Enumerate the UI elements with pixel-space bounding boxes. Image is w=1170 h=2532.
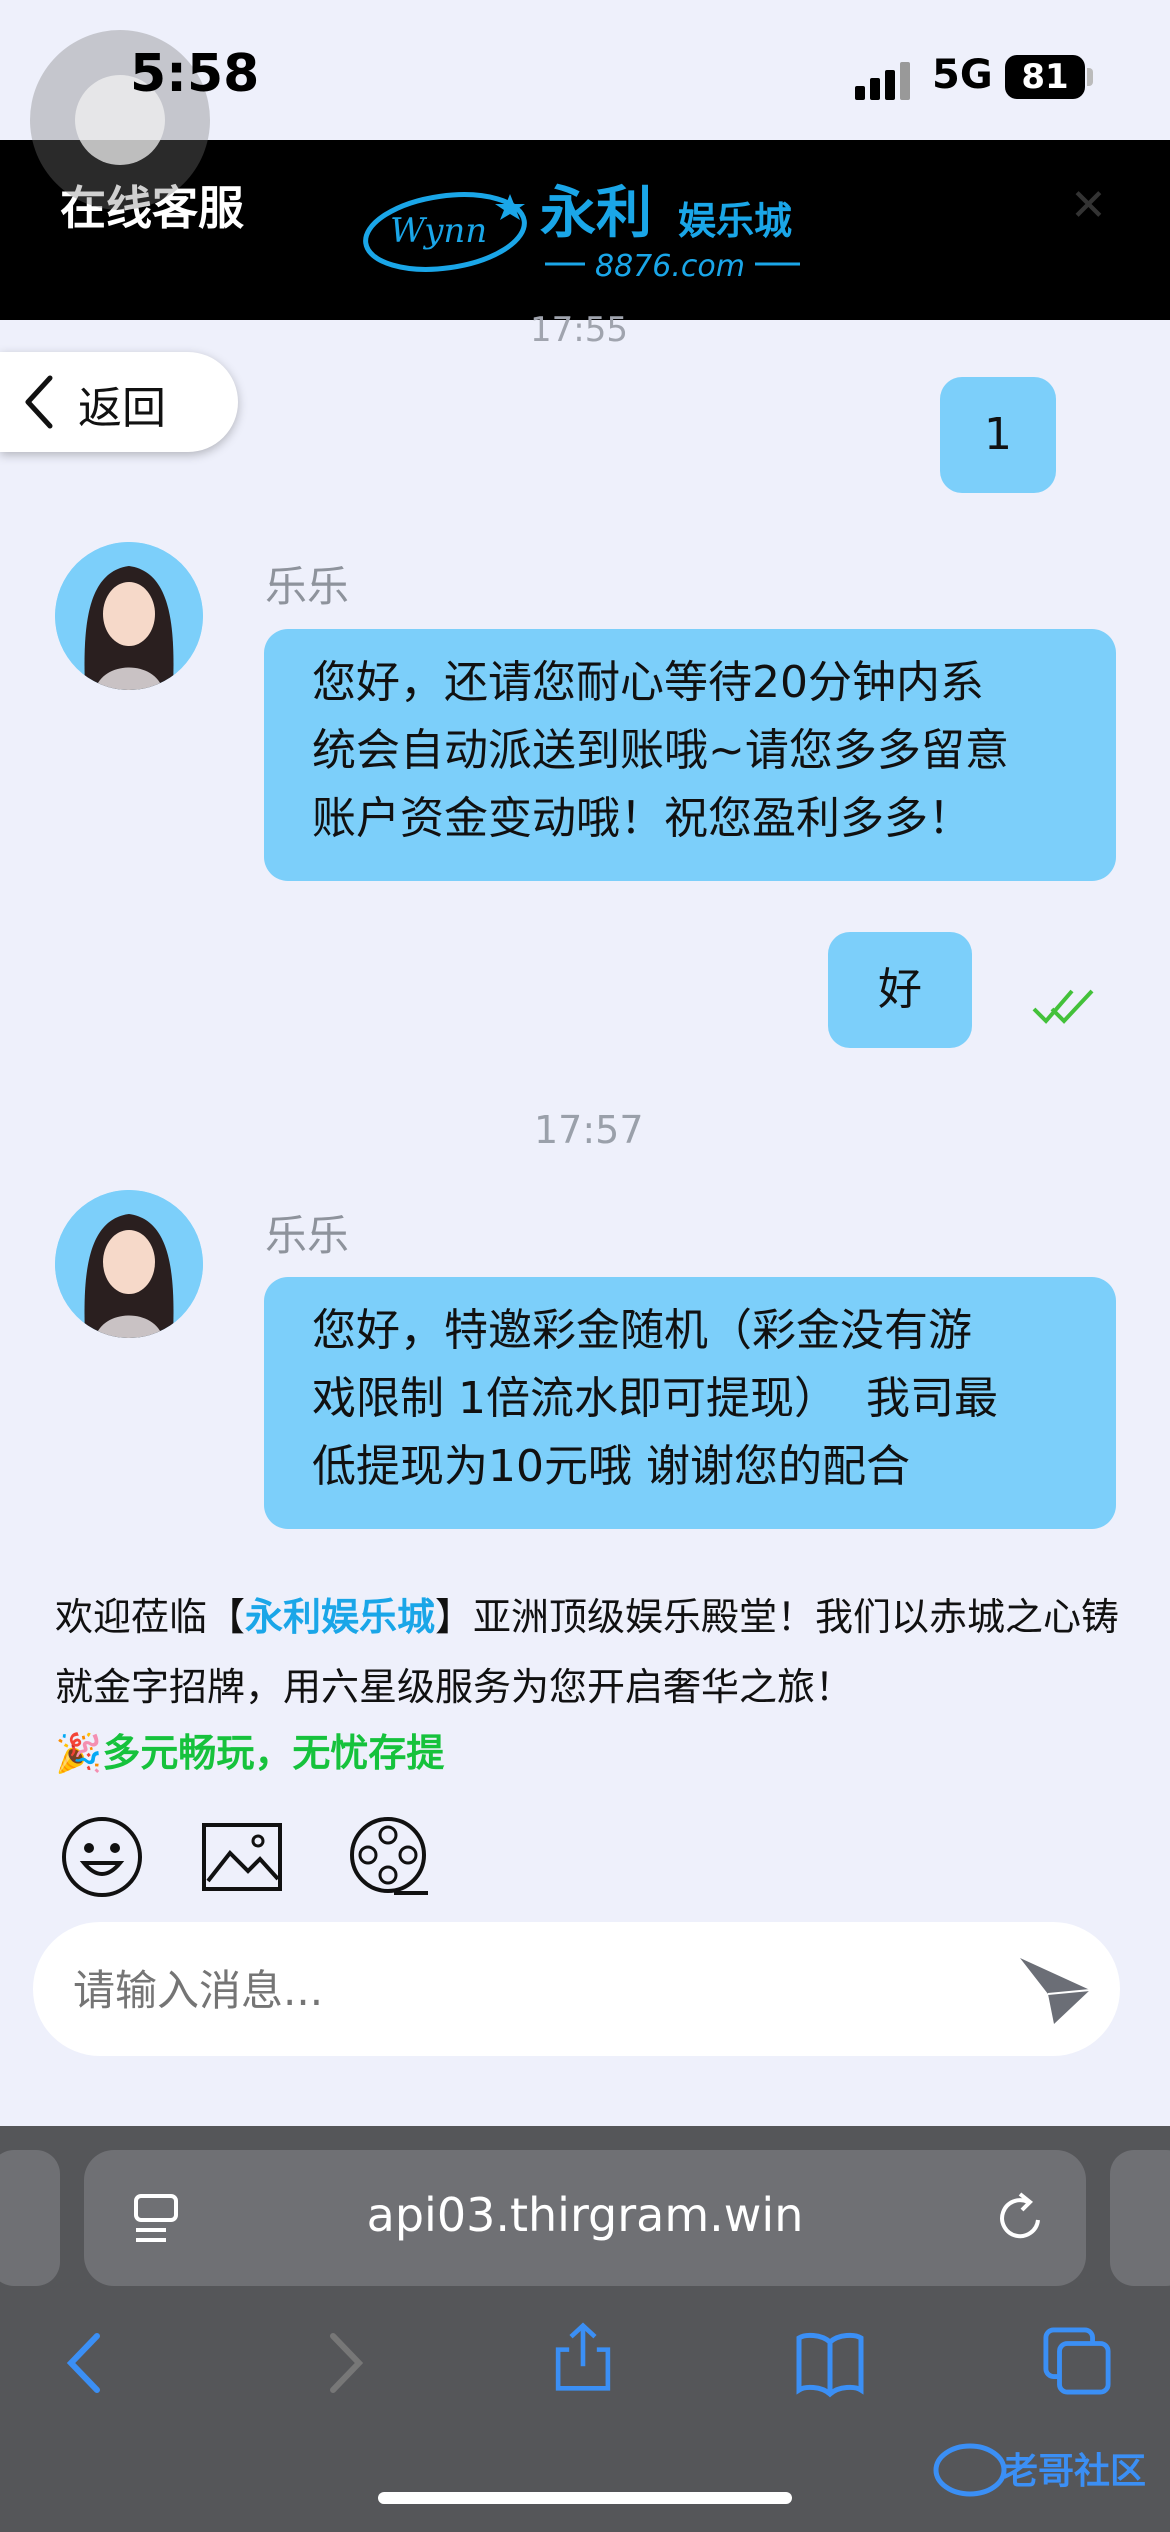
timestamp: 17:57: [534, 1108, 644, 1152]
reload-icon[interactable]: [992, 2190, 1048, 2246]
video-icon[interactable]: [348, 1815, 432, 1899]
message-text: 1: [984, 409, 1012, 460]
svg-text:永利: 永利: [540, 181, 652, 246]
watermark-logo: 老哥社区: [933, 2443, 1146, 2497]
svg-text:Wynn: Wynn: [390, 211, 487, 251]
sender-name: 乐乐: [265, 562, 350, 611]
image-icon[interactable]: [200, 1815, 284, 1899]
back-label: 返回: [78, 383, 166, 434]
close-icon[interactable]: ✕: [1070, 180, 1107, 231]
status-time: 5:58: [130, 44, 260, 104]
agent-avatar: [55, 1190, 203, 1338]
svg-text:8876.com: 8876.com: [595, 249, 745, 284]
promo-text: 多元畅玩，无忧存提: [102, 1731, 445, 1775]
message-input-bar: [33, 1922, 1120, 2056]
bookmarks-icon[interactable]: [795, 2328, 865, 2398]
brand-highlight: 永利娱乐城: [245, 1595, 436, 1639]
welcome-prefix: 欢迎莅临【: [55, 1595, 246, 1639]
emoji-icon[interactable]: [60, 1815, 144, 1899]
home-indicator: [378, 2492, 792, 2504]
forward-nav-icon[interactable]: [305, 2328, 375, 2398]
tabs-icon[interactable]: [1042, 2326, 1112, 2396]
previous-tab[interactable]: [0, 2150, 60, 2286]
outgoing-message[interactable]: 好: [828, 932, 972, 1048]
promo-line: 🎉多元畅玩，无忧存提: [55, 1722, 444, 1777]
svg-text:老哥社区: 老哥社区: [1002, 2451, 1146, 2492]
party-popper-icon: 🎉: [55, 1731, 103, 1775]
address-bar[interactable]: api03.thirgram.win: [84, 2150, 1086, 2286]
read-receipt-icon: [1032, 989, 1094, 1024]
incoming-message[interactable]: 您好，特邀彩金随机（彩金没有游 戏限制 1倍流水即可提现） 我司最 低提现为10…: [264, 1277, 1116, 1529]
timestamp: 17:55: [530, 310, 628, 350]
battery-indicator: 81: [1005, 55, 1085, 99]
message-text: 好: [878, 964, 922, 1015]
brand-logo: Wynn 永利 娱乐城 8876.com: [360, 172, 810, 292]
message-line: 您好，还请您耐心等待20分钟内系: [312, 657, 984, 708]
message-line: 戏限制 1倍流水即可提现） 我司最: [312, 1373, 998, 1424]
message-input[interactable]: [71, 1950, 975, 2030]
chevron-left-icon: [25, 375, 53, 429]
welcome-text: 欢迎莅临【永利娱乐城】亚洲顶级娱乐殿堂！我们以赤城之心铸就金字招牌，用六星级服务…: [55, 1582, 1125, 1722]
message-line: 统会自动派送到账哦~请您多多留意: [312, 725, 1009, 776]
share-icon[interactable]: [548, 2322, 618, 2392]
url-text: api03.thirgram.win: [366, 2188, 804, 2242]
cellular-signal-icon: [855, 60, 915, 100]
send-icon[interactable]: [1008, 1944, 1098, 2034]
message-line: 低提现为10元哦 谢谢您的配合: [312, 1441, 910, 1492]
back-button[interactable]: 返回: [0, 352, 238, 452]
message-line: 您好，特邀彩金随机（彩金没有游: [312, 1305, 972, 1356]
back-nav-icon[interactable]: [55, 2328, 125, 2398]
next-tab[interactable]: [1110, 2150, 1170, 2286]
battery-tip: [1087, 68, 1093, 86]
incoming-message[interactable]: 您好，还请您耐心等待20分钟内系 统会自动派送到账哦~请您多多留意 账户资金变动…: [264, 629, 1116, 881]
network-type: 5G: [932, 52, 993, 98]
svg-text:娱乐城: 娱乐城: [678, 199, 792, 243]
message-line: 账户资金变动哦！祝您盈利多多！: [312, 793, 972, 844]
outgoing-message[interactable]: 1: [940, 377, 1056, 493]
sender-name: 乐乐: [265, 1211, 350, 1260]
agent-avatar: [55, 542, 203, 690]
